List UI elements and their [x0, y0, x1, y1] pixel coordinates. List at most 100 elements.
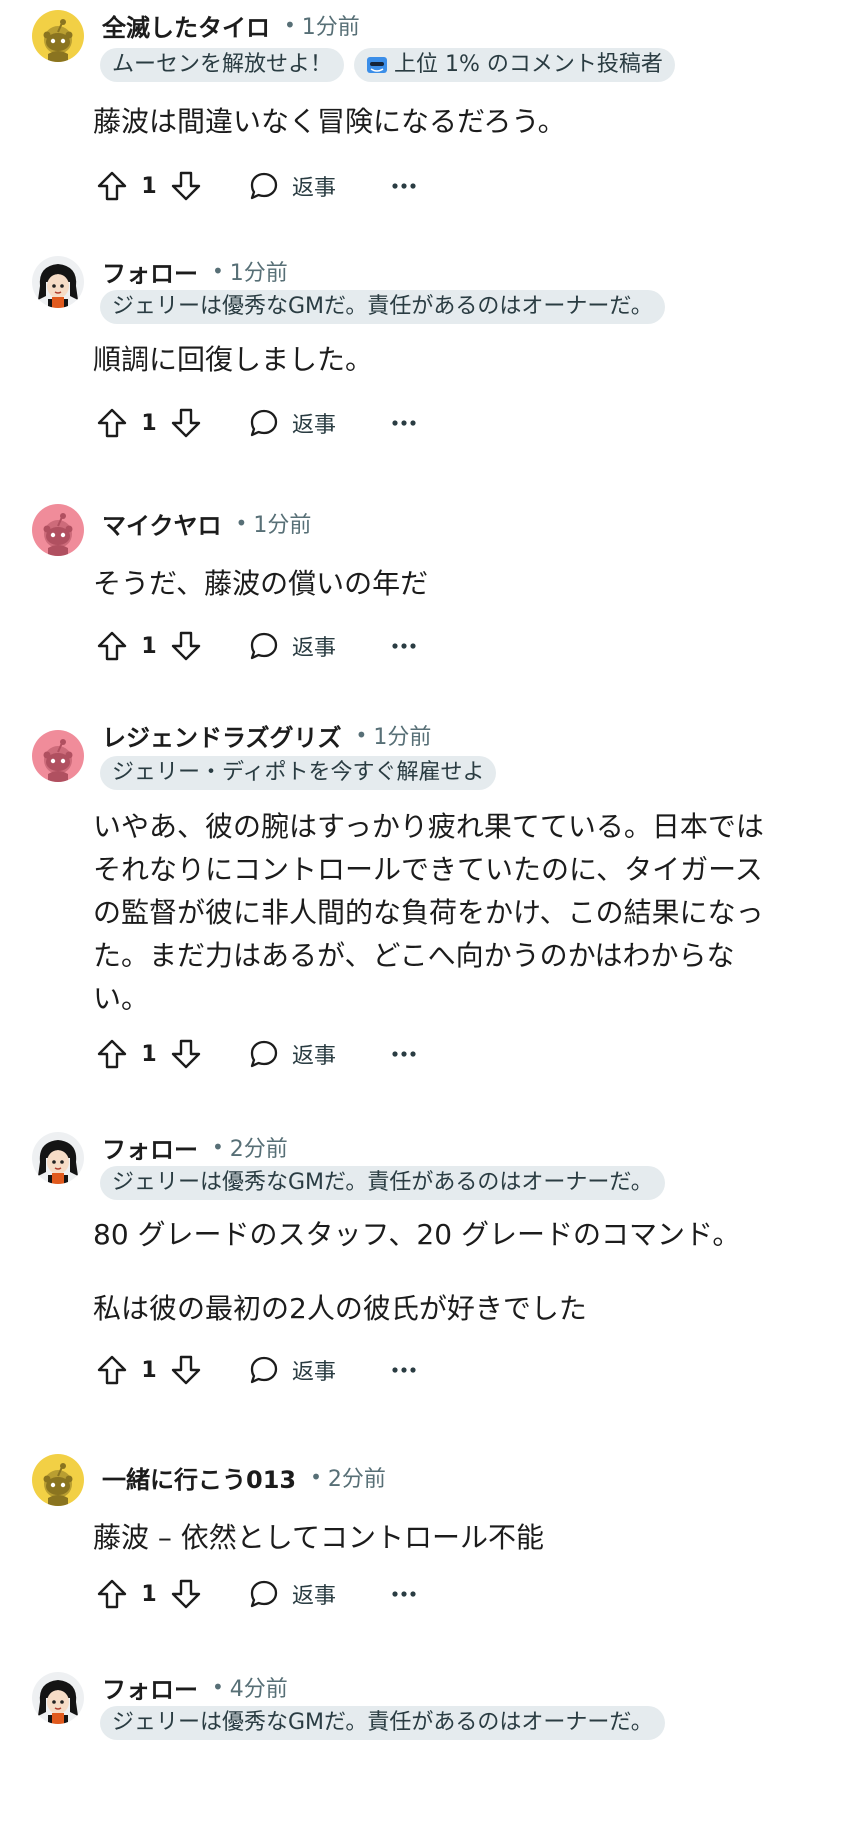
upvote-button[interactable]	[96, 1578, 128, 1610]
downvote-icon	[170, 630, 202, 662]
comment-body: 順調に回復しました。	[93, 343, 374, 376]
separator-dot: •	[212, 1675, 224, 1699]
upvote-icon	[96, 1038, 128, 1070]
more-options-button[interactable]	[388, 1354, 420, 1386]
username[interactable]: フォロー	[102, 254, 198, 289]
comment-body: 藤波は間違いなく冒険になるだろう。	[93, 105, 566, 138]
timestamp: 2分前	[327, 1467, 386, 1492]
vote-count: 1	[141, 173, 157, 199]
more-icon	[388, 407, 420, 439]
timestamp: 1分前	[373, 725, 432, 750]
downvote-button[interactable]	[170, 630, 202, 662]
reply-icon	[248, 630, 280, 662]
avatar[interactable]	[32, 504, 84, 556]
comment-body: 80 グレードのスタッフ、20 グレードのコマンド。 私は彼の最初の2人の彼氏が…	[93, 1218, 741, 1325]
user-flair: ジェリー・ディポトを今すぐ解雇せよ	[100, 756, 497, 790]
downvote-icon	[170, 170, 202, 202]
avatar[interactable]	[32, 1454, 84, 1506]
reply-button[interactable]: 返事	[248, 630, 336, 662]
top-commenter-label: 上位 1% のコメント投稿者	[394, 52, 663, 77]
downvote-icon	[170, 407, 202, 439]
vote-count: 1	[141, 410, 157, 436]
timestamp: 1分前	[301, 15, 360, 40]
reply-label: 返事	[292, 1360, 337, 1385]
username[interactable]: フォロー	[102, 1130, 198, 1165]
username[interactable]: 一緒に行こう013	[102, 1460, 296, 1495]
reply-icon	[248, 407, 280, 439]
top-commenter-badge: 上位 1% のコメント投稿者	[354, 48, 675, 82]
upvote-icon	[96, 170, 128, 202]
more-icon	[388, 1578, 420, 1610]
upvote-icon	[96, 1578, 128, 1610]
timestamp: 1分前	[253, 513, 312, 538]
upvote-icon	[96, 1354, 128, 1386]
separator-dot: •	[235, 511, 248, 535]
downvote-icon	[170, 1354, 202, 1386]
username[interactable]: フォロー	[102, 1670, 198, 1705]
timestamp: 1分前	[229, 261, 288, 286]
timestamp: 4分前	[229, 1677, 288, 1702]
more-options-button[interactable]	[388, 407, 420, 439]
upvote-button[interactable]	[96, 407, 128, 439]
reply-button[interactable]: 返事	[248, 1038, 336, 1070]
separator-dot: •	[355, 723, 368, 747]
downvote-button[interactable]	[170, 1578, 202, 1610]
more-options-button[interactable]	[388, 1578, 420, 1610]
reply-icon	[248, 1354, 280, 1386]
upvote-icon	[96, 407, 128, 439]
reply-label: 返事	[292, 1584, 337, 1609]
upvote-button[interactable]	[96, 630, 128, 662]
username[interactable]: レジェンドラズグリズ	[102, 718, 342, 753]
vote-count: 1	[141, 633, 157, 659]
top-commenter-icon	[367, 57, 388, 73]
comment-body: 藤波 – 依然としてコントロール不能	[93, 1521, 544, 1554]
downvote-button[interactable]	[170, 1038, 202, 1070]
avatar[interactable]	[32, 256, 84, 308]
vote-count: 1	[141, 1357, 157, 1383]
reply-button[interactable]: 返事	[248, 1354, 336, 1386]
more-icon	[388, 630, 420, 662]
reply-label: 返事	[292, 636, 337, 661]
more-icon	[388, 1038, 420, 1070]
downvote-button[interactable]	[170, 170, 202, 202]
reply-button[interactable]: 返事	[248, 1578, 336, 1610]
more-options-button[interactable]	[388, 1038, 420, 1070]
separator-dot: •	[310, 1465, 322, 1489]
upvote-icon	[96, 630, 128, 662]
reply-icon	[248, 1578, 280, 1610]
reply-icon	[248, 1038, 280, 1070]
avatar[interactable]	[32, 10, 84, 62]
user-flair: ジェリーは優秀なGMだ。責任があるのはオーナーだ。	[100, 1706, 665, 1740]
downvote-icon	[170, 1038, 202, 1070]
reply-icon	[248, 170, 280, 202]
reply-label: 返事	[292, 1044, 337, 1069]
username[interactable]: 全滅したタイロ	[102, 8, 270, 43]
user-flair: ジェリーは優秀なGMだ。責任があるのはオーナーだ。	[100, 1166, 665, 1200]
separator-dot: •	[212, 1135, 224, 1159]
more-options-button[interactable]	[388, 170, 420, 202]
timestamp: 2分前	[229, 1137, 288, 1162]
username[interactable]: マイクヤロ	[102, 506, 222, 541]
user-flair: ムーセンを解放せよ！	[100, 48, 345, 82]
vote-count: 1	[141, 1581, 157, 1607]
reply-button[interactable]: 返事	[248, 407, 336, 439]
comment-body: そうだ、藤波の償いの年だ	[93, 567, 429, 600]
avatar[interactable]	[32, 1672, 84, 1724]
avatar[interactable]	[32, 1132, 84, 1184]
comment-body: いやあ、彼の腕はすっかり疲れ果てている。日本では それなりにコントロールできてい…	[93, 810, 764, 1015]
upvote-button[interactable]	[96, 1354, 128, 1386]
reply-label: 返事	[292, 176, 337, 201]
reply-button[interactable]: 返事	[248, 170, 336, 202]
downvote-icon	[170, 1578, 202, 1610]
more-icon	[388, 170, 420, 202]
avatar[interactable]	[32, 730, 84, 782]
downvote-button[interactable]	[170, 1354, 202, 1386]
user-flair: ジェリーは優秀なGMだ。責任があるのはオーナーだ。	[100, 290, 665, 324]
downvote-button[interactable]	[170, 407, 202, 439]
more-options-button[interactable]	[388, 630, 420, 662]
upvote-button[interactable]	[96, 1038, 128, 1070]
more-icon	[388, 1354, 420, 1386]
separator-dot: •	[284, 13, 296, 37]
vote-count: 1	[141, 1041, 157, 1067]
upvote-button[interactable]	[96, 170, 128, 202]
